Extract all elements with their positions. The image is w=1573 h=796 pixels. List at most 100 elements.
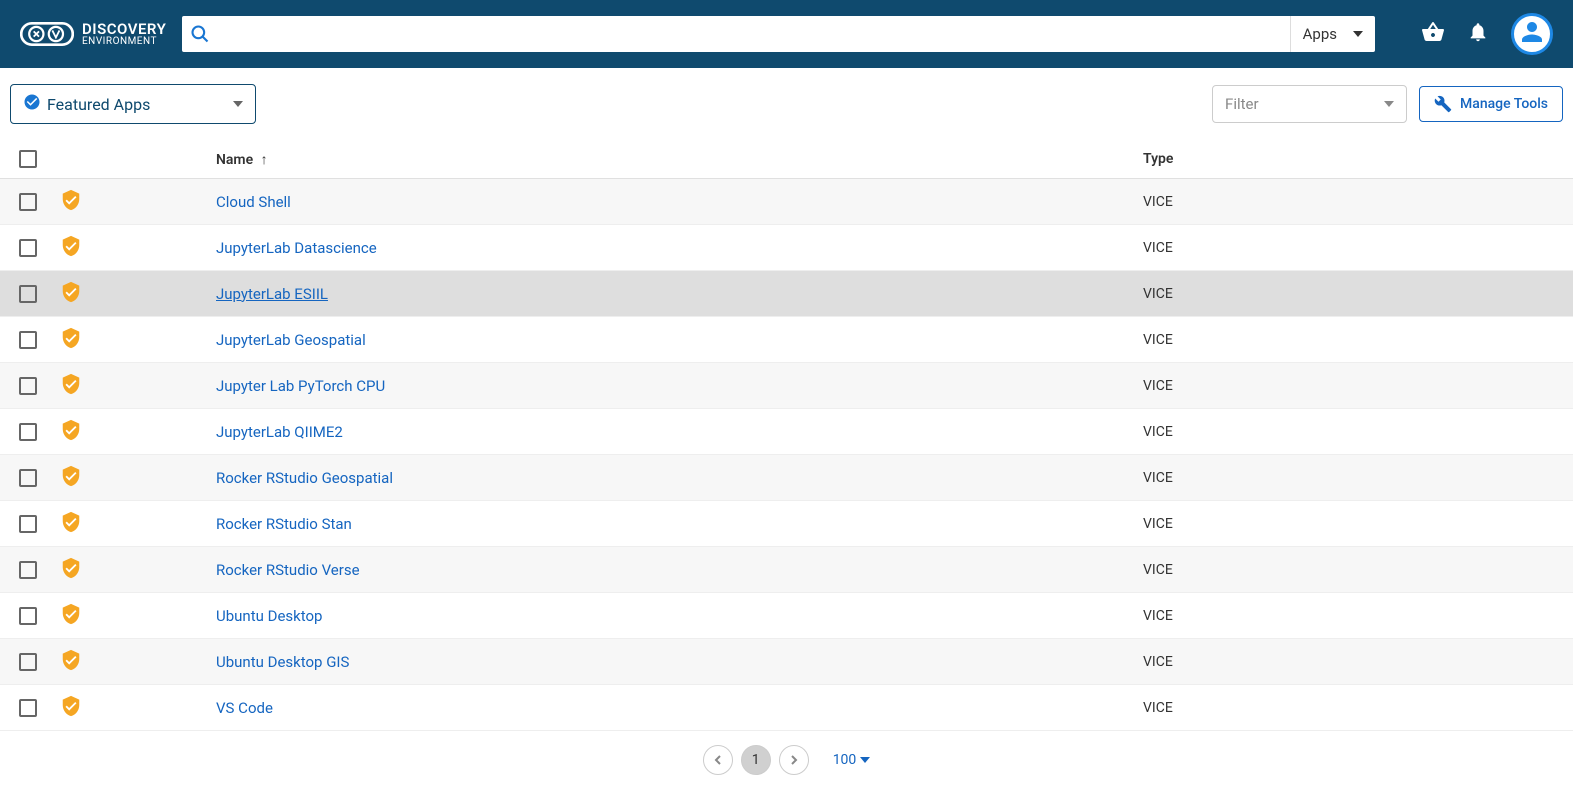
- certified-shield-icon: [60, 291, 82, 307]
- table-header: Name ↑ Type: [0, 140, 1573, 179]
- row-checkbox[interactable]: [19, 699, 37, 717]
- manage-tools-button[interactable]: Manage Tools: [1419, 86, 1563, 122]
- user-avatar[interactable]: [1511, 13, 1553, 55]
- chevron-down-icon: [1353, 31, 1363, 37]
- row-checkbox[interactable]: [19, 285, 37, 303]
- app-type-label: VICE: [1143, 332, 1173, 348]
- certified-shield-icon: [60, 659, 82, 675]
- app-type-label: VICE: [1143, 424, 1173, 440]
- row-checkbox[interactable]: [19, 239, 37, 257]
- prev-page-button[interactable]: [703, 745, 733, 775]
- row-checkbox[interactable]: [19, 193, 37, 211]
- certified-shield-icon: [60, 337, 82, 353]
- logo[interactable]: DISCOVERY ENVIRONMENT: [20, 18, 166, 50]
- app-name-link[interactable]: Ubuntu Desktop: [216, 607, 322, 625]
- app-name-link[interactable]: VS Code: [216, 699, 273, 717]
- row-checkbox[interactable]: [19, 561, 37, 579]
- category-select[interactable]: Featured Apps: [10, 84, 256, 124]
- select-all-checkbox[interactable]: [19, 150, 37, 168]
- column-header-type[interactable]: Type: [1143, 151, 1573, 167]
- app-name-link[interactable]: Rocker RStudio Stan: [216, 515, 352, 533]
- certified-shield-icon: [60, 475, 82, 491]
- table-row[interactable]: Rocker RStudio Verse VICE: [0, 547, 1573, 593]
- app-type-label: VICE: [1143, 286, 1173, 302]
- certified-shield-icon: [60, 567, 82, 583]
- apps-table: Name ↑ Type Cloud Shell VICE JupyterLab …: [0, 140, 1573, 731]
- certified-shield-icon: [60, 521, 82, 537]
- logo-text-top: DISCOVERY: [82, 22, 166, 37]
- app-name-link[interactable]: Cloud Shell: [216, 193, 291, 211]
- app-header: DISCOVERY ENVIRONMENT Apps: [0, 0, 1573, 68]
- column-header-name[interactable]: Name ↑: [216, 151, 1143, 168]
- sort-ascending-icon: ↑: [261, 152, 268, 168]
- app-type-label: VICE: [1143, 654, 1173, 670]
- app-name-link[interactable]: Rocker RStudio Verse: [216, 561, 360, 579]
- chevron-down-icon: [233, 101, 243, 107]
- table-row[interactable]: JupyterLab Geospatial VICE: [0, 317, 1573, 363]
- toolbar: Featured Apps Filter Manage Tools: [0, 68, 1573, 140]
- filter-select[interactable]: Filter: [1212, 85, 1407, 123]
- app-name-link[interactable]: Jupyter Lab PyTorch CPU: [216, 377, 385, 395]
- app-type-label: VICE: [1143, 700, 1173, 716]
- app-type-label: VICE: [1143, 378, 1173, 394]
- app-type-label: VICE: [1143, 516, 1173, 532]
- app-type-label: VICE: [1143, 194, 1173, 210]
- row-checkbox[interactable]: [19, 469, 37, 487]
- row-checkbox[interactable]: [19, 607, 37, 625]
- chevron-down-icon: [860, 757, 870, 763]
- search-type-select[interactable]: Apps: [1290, 16, 1375, 52]
- table-row[interactable]: Rocker RStudio Geospatial VICE: [0, 455, 1573, 501]
- app-name-link[interactable]: Rocker RStudio Geospatial: [216, 469, 393, 487]
- app-type-label: VICE: [1143, 608, 1173, 624]
- certified-shield-icon: [60, 245, 82, 261]
- app-name-link[interactable]: Ubuntu Desktop GIS: [216, 653, 349, 671]
- table-row[interactable]: JupyterLab QIIME2 VICE: [0, 409, 1573, 455]
- bell-icon[interactable]: [1467, 21, 1489, 47]
- table-row[interactable]: JupyterLab ESIIL VICE: [0, 271, 1573, 317]
- certified-shield-icon: [60, 705, 82, 721]
- verified-icon: [23, 93, 41, 115]
- app-name-link[interactable]: JupyterLab ESIIL: [216, 285, 328, 303]
- table-row[interactable]: JupyterLab Datascience VICE: [0, 225, 1573, 271]
- chevron-down-icon: [1384, 101, 1394, 107]
- app-type-label: VICE: [1143, 470, 1173, 486]
- table-row[interactable]: Ubuntu Desktop VICE: [0, 593, 1573, 639]
- certified-shield-icon: [60, 429, 82, 445]
- table-row[interactable]: Ubuntu Desktop GIS VICE: [0, 639, 1573, 685]
- app-name-link[interactable]: JupyterLab Datascience: [216, 239, 377, 257]
- search-icon[interactable]: [182, 24, 218, 44]
- page-size-select[interactable]: 100: [833, 752, 871, 768]
- wrench-icon: [1434, 95, 1452, 113]
- pagination: 1 100: [0, 731, 1573, 789]
- header-actions: [1421, 13, 1553, 55]
- app-type-label: VICE: [1143, 240, 1173, 256]
- row-checkbox[interactable]: [19, 423, 37, 441]
- table-row[interactable]: Rocker RStudio Stan VICE: [0, 501, 1573, 547]
- category-label: Featured Apps: [47, 95, 150, 114]
- row-checkbox[interactable]: [19, 515, 37, 533]
- table-body: Cloud Shell VICE JupyterLab Datascience …: [0, 179, 1573, 731]
- search-bar: Apps: [182, 16, 1375, 52]
- basket-icon[interactable]: [1421, 20, 1445, 48]
- table-row[interactable]: VS Code VICE: [0, 685, 1573, 731]
- row-checkbox[interactable]: [19, 653, 37, 671]
- logo-text-bottom: ENVIRONMENT: [82, 37, 166, 47]
- app-name-link[interactable]: JupyterLab Geospatial: [216, 331, 366, 349]
- table-row[interactable]: Jupyter Lab PyTorch CPU VICE: [0, 363, 1573, 409]
- certified-shield-icon: [60, 199, 82, 215]
- logo-goggles-icon: [20, 18, 74, 50]
- app-type-label: VICE: [1143, 562, 1173, 578]
- row-checkbox[interactable]: [19, 331, 37, 349]
- search-type-label: Apps: [1303, 25, 1337, 43]
- search-input[interactable]: [218, 16, 1289, 52]
- row-checkbox[interactable]: [19, 377, 37, 395]
- next-page-button[interactable]: [779, 745, 809, 775]
- person-icon: [1517, 17, 1547, 51]
- filter-placeholder: Filter: [1225, 95, 1259, 113]
- table-row[interactable]: Cloud Shell VICE: [0, 179, 1573, 225]
- app-name-link[interactable]: JupyterLab QIIME2: [216, 423, 343, 441]
- manage-tools-label: Manage Tools: [1460, 96, 1548, 112]
- certified-shield-icon: [60, 613, 82, 629]
- page-number-button[interactable]: 1: [741, 745, 771, 775]
- certified-shield-icon: [60, 383, 82, 399]
